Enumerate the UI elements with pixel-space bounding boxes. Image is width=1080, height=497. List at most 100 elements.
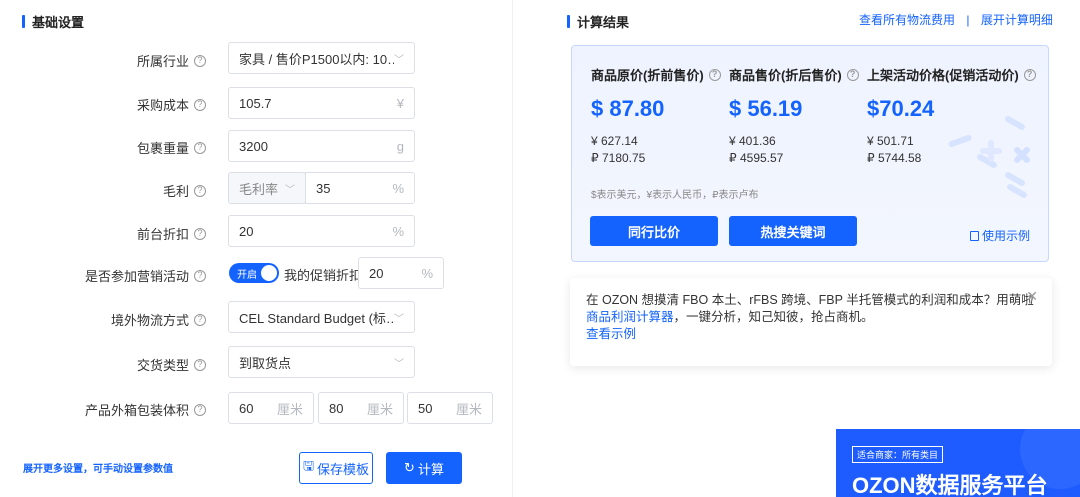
discount-value: 20	[239, 223, 254, 239]
help-icon[interactable]: ?	[194, 54, 206, 67]
more-settings-link[interactable]: 展开更多设置，可手动设置参数值	[23, 460, 173, 475]
margin-mode-select[interactable]: 毛利率 ﹀	[228, 172, 306, 204]
promo-toggle[interactable]: 开启	[229, 263, 279, 283]
length-unit: 厘米	[276, 401, 303, 417]
volume-label: 产品外箱包装体积?	[85, 400, 206, 419]
delivery-value: 到取货点	[239, 355, 292, 371]
chevron-down-icon: ﹀	[394, 358, 404, 370]
discount-unit: %	[392, 223, 404, 239]
length-value: 60	[239, 400, 254, 416]
promo-toggle-text: 开启	[237, 270, 257, 281]
volume-label-text: 产品外箱包装体积	[84, 403, 189, 418]
promo-price-rub: ₽ 5744.58	[867, 151, 922, 165]
margin-unit: %	[392, 180, 404, 196]
cost-value: 105.7	[239, 95, 272, 111]
sale-price-cny: ¥ 401.36	[729, 134, 776, 148]
original-price-header-text: 商品原价(折前售价)	[591, 68, 704, 83]
help-icon[interactable]: ?	[194, 98, 206, 111]
help-icon[interactable]: ?	[194, 141, 206, 154]
weight-label-text: 包裹重量	[136, 141, 189, 156]
length-input[interactable]: 60 厘米	[228, 392, 314, 424]
discount-input[interactable]: 20 %	[228, 215, 415, 247]
save-template-label: 保存模板	[317, 461, 370, 477]
compare-price-button[interactable]: 同行比价	[590, 216, 718, 246]
help-icon[interactable]: ?	[708, 68, 721, 81]
original-price-usd: $ 87.80	[591, 96, 665, 121]
document-icon	[970, 230, 979, 241]
promo-price-usd: $70.24	[867, 96, 935, 121]
industry-select[interactable]: 家具 / 售价P1500以内: 10… ﹀	[228, 42, 415, 74]
calculate-button[interactable]: ↻ 计算	[386, 452, 462, 484]
industry-label-text: 所属行业	[136, 54, 189, 69]
help-icon[interactable]: ?	[1023, 68, 1036, 81]
height-value: 50	[418, 400, 433, 416]
promo-label-text: 是否参加营销活动	[84, 269, 189, 284]
result-title: 计算结果	[567, 12, 629, 31]
delivery-label-text: 交货类型	[136, 358, 189, 373]
refresh-icon: ↻	[404, 460, 415, 475]
banner-title: OZON数据服务平台	[852, 473, 1048, 497]
logistics-label-text: 境外物流方式	[110, 313, 189, 328]
hot-keywords-button[interactable]: 热搜关键词	[729, 216, 857, 246]
result-card: 商品原价(折前售价)? 商品售价(折后售价)? 上架活动价格(促销活动价)? $…	[571, 45, 1049, 262]
promo-discount-input[interactable]: 20 %	[358, 257, 444, 289]
usage-example-link[interactable]: 使用示例	[970, 227, 1030, 244]
sale-price-header: 商品售价(折后售价)?	[729, 65, 859, 84]
promo-price-header: 上架活动价格(促销活动价)?	[867, 65, 1036, 84]
cost-label: 采购成本?	[137, 95, 206, 114]
promo-discount-unit: %	[421, 265, 433, 281]
discount-label-text: 前台折扣	[136, 227, 189, 242]
help-icon[interactable]: ?	[194, 184, 206, 197]
help-icon[interactable]: ?	[846, 68, 859, 81]
chevron-down-icon: ﹀	[394, 313, 404, 325]
link-separator: |	[966, 13, 970, 27]
logistics-select[interactable]: CEL Standard Budget (标… ﹀	[228, 301, 415, 333]
sale-price-usd: $ 56.19	[729, 96, 803, 121]
sale-price-header-text: 商品售价(折后售价)	[729, 68, 842, 83]
promo-text-before: 在 OZON 想摸清 FBO 本土、rFBS 跨境、FBP 半托管模式的利润和成…	[586, 293, 1034, 307]
margin-value: 35	[316, 180, 331, 196]
chevron-down-icon: ﹀	[285, 184, 295, 196]
cost-input[interactable]: 105.7 ¥	[228, 87, 415, 119]
close-icon[interactable]: ✕	[1026, 288, 1038, 305]
toggle-knob	[261, 265, 277, 281]
height-input[interactable]: 50 厘米	[407, 392, 493, 424]
save-template-button[interactable]: 🖫 保存模板	[299, 452, 373, 484]
view-example-link[interactable]: 查看示例	[586, 327, 636, 341]
weight-label: 包裹重量?	[137, 138, 206, 157]
weight-unit: g	[396, 138, 404, 154]
calculate-label: 计算	[417, 461, 444, 477]
help-icon[interactable]: ?	[194, 403, 206, 416]
chevron-down-icon: ﹀	[394, 54, 404, 66]
original-price-cny: ¥ 627.14	[591, 134, 638, 148]
logistics-label: 境外物流方式?	[111, 310, 206, 329]
help-icon[interactable]: ?	[194, 227, 206, 240]
view-all-fees-link[interactable]: 查看所有物流费用	[859, 13, 955, 27]
width-value: 80	[329, 400, 344, 416]
width-input[interactable]: 80 厘米	[318, 392, 404, 424]
promo-discount-value: 20	[369, 265, 384, 281]
original-price-rub: ₽ 7180.75	[591, 151, 646, 165]
margin-label: 毛利?	[163, 181, 206, 200]
help-icon[interactable]: ?	[194, 313, 206, 326]
sale-price-rub: ₽ 4595.57	[729, 151, 784, 165]
weight-input[interactable]: 3200 g	[228, 130, 415, 162]
profit-calculator-link[interactable]: 商品利润计算器	[586, 310, 674, 324]
delivery-select[interactable]: 到取货点 ﹀	[228, 346, 415, 378]
promo-text-after: ，一键分析，知己知彼，抢占商机。	[673, 310, 874, 324]
industry-value: 家具 / 售价P1500以内: 10…	[239, 51, 394, 67]
promo-label: 是否参加营销活动?	[85, 266, 206, 285]
help-icon[interactable]: ?	[194, 358, 206, 371]
banner-tag: 适合商家：所有类目	[852, 446, 944, 463]
currency-note: $表示美元，¥表示人民币，₽表示卢布	[591, 190, 759, 201]
width-unit: 厘米	[366, 401, 393, 417]
ozon-banner[interactable]: 适合商家：所有类目 OZON数据服务平台	[836, 429, 1080, 497]
margin-input[interactable]: 35 %	[305, 172, 415, 204]
title-accent-bar	[567, 15, 570, 28]
expand-details-link[interactable]: 展开计算明细	[981, 13, 1053, 27]
promo-sub-label: 我的促销折扣	[284, 268, 363, 283]
result-title-text: 计算结果	[577, 15, 630, 30]
help-icon[interactable]: ?	[194, 269, 206, 282]
margin-mode-value: 毛利率	[239, 181, 279, 197]
promo-price-header-text: 上架活动价格(促销活动价)	[867, 68, 1019, 83]
